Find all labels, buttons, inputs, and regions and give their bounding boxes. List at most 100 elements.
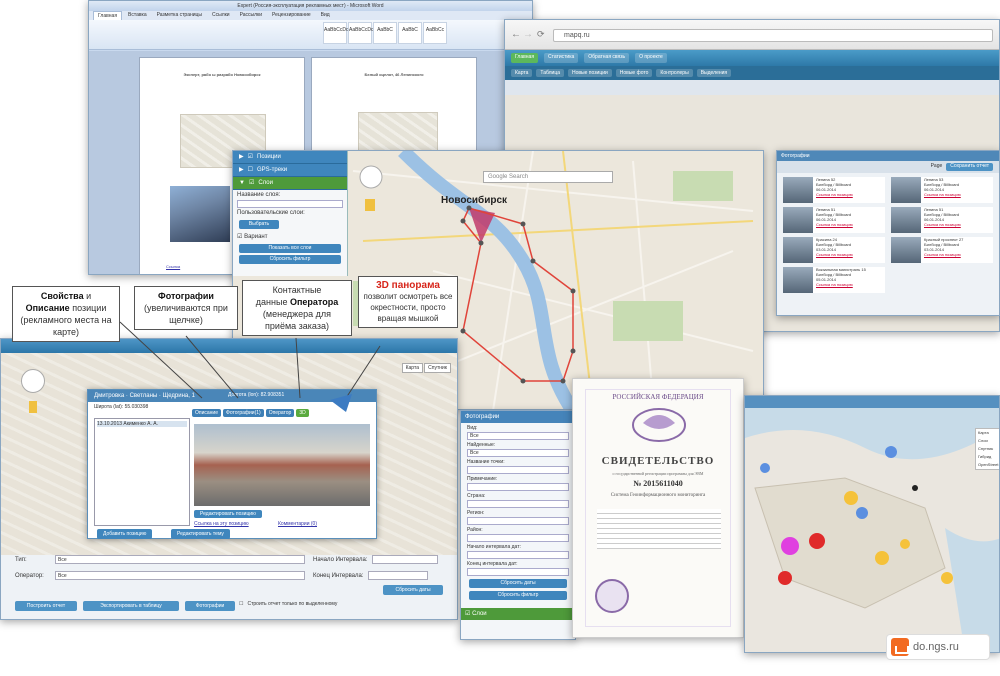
tab-new-photos[interactable]: Новые фото — [615, 69, 653, 77]
photo-thumb[interactable] — [783, 267, 813, 293]
history-list[interactable]: 13.10.2013 Акименко А. А. — [94, 418, 190, 526]
tab-operator[interactable]: Оператор — [265, 409, 295, 417]
photo-link[interactable]: Ссылка на позицию — [816, 282, 853, 287]
photo-card[interactable]: Красный проспект 27 Билборд / Billboard 03… — [891, 237, 993, 263]
checkbox-icon[interactable]: ☑ — [465, 611, 470, 617]
tab-map[interactable]: Карта — [511, 69, 533, 77]
cluster-map-canvas[interactable] — [745, 408, 1000, 653]
word-tab-references[interactable]: Ссылки — [208, 11, 234, 20]
photo-thumb[interactable] — [783, 177, 813, 203]
only-selected-row[interactable]: ☐ Строить отчет только по выделенному — [239, 601, 337, 607]
filter-input[interactable] — [467, 483, 569, 491]
tab-description[interactable]: Описание — [192, 409, 222, 417]
photo-card[interactable]: Красина 24 Билборд / Billboard 03.01.2014 С… — [783, 237, 885, 263]
photo-link[interactable]: Ссылка на позицию — [816, 192, 853, 197]
word-tab-layout[interactable]: Разметка страницы — [153, 11, 206, 20]
edit-theme-button[interactable]: Редактировать тему — [171, 529, 230, 539]
reset-dates-button[interactable]: Сбросить даты — [469, 579, 567, 588]
map-search-input[interactable]: Google Search — [483, 171, 613, 183]
filter-input[interactable] — [467, 568, 569, 576]
photo-link[interactable]: Ссылка на позицию — [816, 252, 853, 257]
photo-link[interactable]: Ссылка на позицию — [924, 252, 961, 257]
start-date-input[interactable] — [371, 555, 438, 564]
photo-card[interactable]: Ленина 53 Билборд / Billboard 06.01.2014 Сс… — [891, 177, 993, 203]
photo-card[interactable]: Ленина 51 Билборд / Billboard 06.01.2014 Сс… — [783, 207, 885, 233]
word-tab-home[interactable]: Главная — [93, 11, 123, 20]
nav-home[interactable]: Главная — [511, 53, 539, 63]
save-report-button[interactable]: Сохранить отчет — [946, 163, 993, 171]
photo-thumb[interactable] — [783, 207, 813, 233]
menu-map[interactable]: Карта — [978, 429, 999, 437]
word-tab-insert[interactable]: Вставка — [124, 11, 151, 20]
tab-3d[interactable]: 3D — [296, 409, 309, 417]
satellite-button[interactable]: Спутник — [424, 363, 451, 373]
reload-icon[interactable]: ⟳ — [537, 29, 545, 40]
filter-input[interactable] — [467, 534, 569, 542]
checkbox-icon[interactable]: ☑ — [237, 234, 242, 240]
type-select[interactable]: Все — [55, 555, 305, 564]
end-date-input[interactable] — [367, 571, 428, 580]
filter-input[interactable] — [467, 517, 569, 525]
photo-link[interactable]: Ссылка на позицию — [924, 192, 961, 197]
menu-hybrid[interactable]: Гибрид — [978, 453, 999, 461]
style-heading2[interactable]: AaBbC — [398, 22, 422, 44]
sidebar-positions[interactable]: ▶ ☑ Позиции — [233, 151, 347, 164]
sidebar-gps[interactable]: ▶ ☐ GPS-треки — [233, 164, 347, 177]
pegman-icon[interactable] — [29, 401, 37, 413]
tab-new-positions[interactable]: Новые позиции — [568, 69, 612, 77]
tab-photos[interactable]: Фотографии(1) — [223, 409, 264, 417]
photo-link[interactable]: Ссылка на позицию — [816, 222, 853, 227]
comments-link[interactable]: Комментарии (0) — [278, 521, 317, 527]
pan-control[interactable] — [21, 369, 45, 393]
sidebar-layers[interactable]: ▼ ☑ Слои — [233, 177, 347, 190]
filter-input[interactable] — [467, 551, 569, 559]
history-item[interactable]: 13.10.2013 Акименко А. А. — [97, 421, 187, 427]
photo-thumb[interactable] — [783, 237, 813, 263]
report-map[interactable]: Карта Спутник Дмитровка · Светланы · Щед… — [1, 353, 457, 555]
filter-select[interactable]: Все — [467, 432, 569, 440]
photo-card[interactable]: Ленина 52 Билборд / Billboard 06.01.2014 Сс… — [783, 177, 885, 203]
build-report-button[interactable]: Построить отчет — [15, 601, 77, 611]
word-tab-view[interactable]: Вид — [317, 11, 334, 20]
menu-satellite[interactable]: Спутник — [978, 445, 999, 453]
photo-thumb[interactable] — [891, 177, 921, 203]
photo-link[interactable]: Ссылка на позицию — [924, 222, 961, 227]
nav-stats[interactable]: Статистика — [544, 53, 579, 63]
select-layer-button[interactable]: Выбрать — [239, 220, 279, 229]
style-no-spacing[interactable]: AaBbCcDc — [348, 22, 373, 44]
reset-dates-button[interactable]: Сбросить даты — [383, 585, 443, 595]
page1-link[interactable]: Ссылка — [166, 264, 180, 270]
add-position-button[interactable]: Добавить позицию — [97, 529, 153, 539]
photo-card[interactable]: Ленина 51 Билборд / Billboard 06.01.2014 Сс… — [891, 207, 993, 233]
menu-openstreet[interactable]: OpenStreet — [978, 461, 999, 469]
cluster-map[interactable]: Карта Слои Спутник Гибрид OpenStreet — [745, 408, 1000, 653]
show-all-layers-button[interactable]: Показать все слои — [239, 244, 341, 253]
tab-selections[interactable]: Выделения — [696, 69, 732, 77]
layers-row[interactable]: ☑ Слои — [461, 608, 575, 620]
photo-thumb[interactable] — [891, 207, 921, 233]
menu-layers[interactable]: Слои — [978, 437, 999, 445]
edit-position-button[interactable]: Редактировать позицию — [194, 510, 262, 518]
layer-name-input[interactable] — [237, 200, 343, 208]
reset-filter-button[interactable]: Сбросить фильтр — [239, 255, 341, 264]
tab-controllers[interactable]: Контролеры — [656, 69, 693, 77]
street-view-photo[interactable] — [194, 424, 370, 506]
reset-filter-button[interactable]: Сбросить фильтр — [469, 591, 567, 600]
filter-input[interactable] — [467, 500, 569, 508]
export-button[interactable]: Экспортировать в таблицу — [83, 601, 179, 611]
map-type-button[interactable]: Карта — [401, 363, 423, 373]
forward-icon[interactable]: → — [523, 29, 533, 40]
filter-select[interactable]: Все — [467, 449, 569, 457]
filter-input[interactable] — [467, 466, 569, 474]
tab-table[interactable]: Таблица — [536, 69, 564, 77]
back-icon[interactable]: ← — [511, 29, 521, 40]
photo-card[interactable]: Вокзальная магистраль 15 Билборд / Billbo… — [783, 267, 885, 293]
checkbox-icon[interactable]: ☐ — [239, 601, 243, 607]
position-link[interactable]: Ссылка на эту позицию — [194, 521, 249, 527]
nav-about[interactable]: О проекте — [635, 53, 667, 63]
style-title[interactable]: AaBbCc — [423, 22, 447, 44]
nav-feedback[interactable]: Обратная связь — [584, 53, 630, 63]
address-bar[interactable]: mapq.ru — [553, 29, 993, 42]
operator-select[interactable]: Все — [55, 571, 305, 580]
photo-thumb[interactable] — [891, 237, 921, 263]
